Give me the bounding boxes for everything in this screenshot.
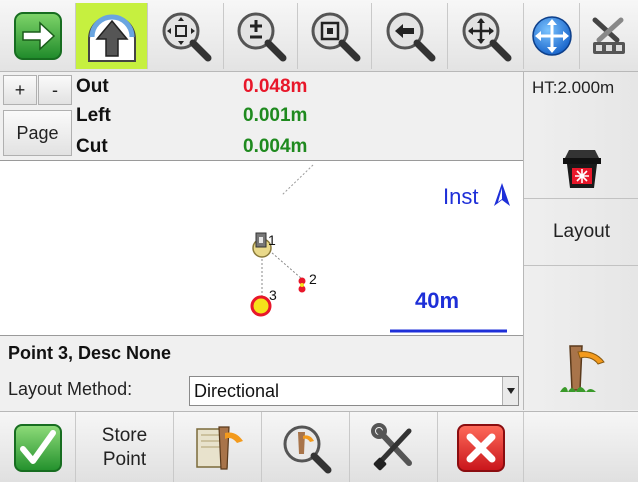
settings-tools-button[interactable] (580, 3, 638, 69)
cancel-button[interactable] (438, 412, 524, 482)
instrument-panel: HT:2.000m Layout (523, 72, 638, 410)
stake-map-icon (195, 425, 243, 470)
zoom-in-out-button[interactable] (224, 3, 298, 69)
top-toolbar (0, 0, 638, 72)
wrench-screwdriver-icon (370, 422, 412, 470)
check-icon (13, 423, 62, 472)
zoom-in-out-icon (237, 12, 286, 62)
point-label-2: 2 (309, 271, 317, 287)
plus-label: + (14, 79, 26, 100)
layout-method-value: Directional (194, 381, 280, 401)
pan-button[interactable] (448, 3, 524, 69)
next-arrow-icon (13, 12, 62, 60)
target-button[interactable] (554, 140, 610, 198)
instrument-height: HT:2.000m (532, 78, 615, 97)
design-point-2[interactable] (298, 277, 306, 293)
pan-icon (462, 12, 511, 62)
stake-options-button[interactable] (174, 412, 262, 482)
map-view[interactable]: 1 2 3 Inst 40m (0, 160, 523, 336)
layout-button[interactable]: Layout (524, 199, 638, 265)
point-info-title: Point 3, Desc None (8, 343, 172, 363)
chevron-down-icon (506, 388, 515, 394)
settings-tools-icon (592, 17, 625, 54)
accept-button[interactable] (0, 412, 76, 482)
north-up-button[interactable] (76, 3, 148, 69)
left-label: Left (76, 105, 111, 126)
bottom-toolbar: Store Point (0, 411, 638, 482)
cut-label: Cut (76, 136, 108, 157)
close-icon (456, 423, 505, 472)
magnify-stake-icon (283, 425, 331, 473)
prism-target-icon (563, 150, 601, 188)
zoom-window-button[interactable] (298, 3, 372, 69)
zoom-previous-button[interactable] (372, 3, 448, 69)
zoom-extents-icon (162, 12, 211, 62)
layout-method-label: Layout Method: (8, 379, 133, 399)
stake-icon (560, 345, 605, 392)
store-label-line2: Point (102, 448, 147, 470)
left-value: 0.001m (243, 105, 308, 126)
zoom-extents-button[interactable] (148, 3, 224, 69)
north-up-icon (87, 14, 136, 62)
point-label-3: 3 (269, 287, 277, 303)
out-value: 0.048m (243, 76, 308, 97)
minus-label: - (52, 79, 58, 100)
page-label: Page (16, 122, 59, 143)
direction-line (281, 164, 314, 196)
north-indicator-label: Inst (443, 184, 478, 209)
store-label-line1: Store (101, 424, 148, 446)
page-down-button[interactable]: - (38, 75, 72, 105)
zoom-window-icon (311, 12, 360, 62)
selected-point-3[interactable] (250, 295, 272, 317)
cut-value: 0.004m (243, 136, 308, 157)
dropdown-arrow-button[interactable] (502, 377, 518, 405)
store-point-button[interactable]: Store Point (76, 412, 174, 482)
out-label: Out (76, 76, 109, 97)
zoom-previous-icon (386, 12, 435, 62)
navigation-button[interactable] (524, 3, 580, 69)
navigation-icon (531, 16, 572, 56)
layout-method-select[interactable]: Directional (189, 376, 519, 406)
map-canvas: 1 2 3 Inst 40m (250, 164, 510, 333)
page-button[interactable]: Page (3, 110, 72, 156)
scale-label: 40m (415, 288, 459, 313)
search-point-button[interactable] (262, 412, 350, 482)
point-label-1: 1 (268, 232, 276, 248)
stakeout-button[interactable] (552, 340, 612, 400)
layout-label: Layout (552, 221, 611, 242)
next-button[interactable] (0, 3, 76, 69)
tools-button[interactable] (350, 412, 438, 482)
page-up-button[interactable]: + (3, 75, 37, 105)
